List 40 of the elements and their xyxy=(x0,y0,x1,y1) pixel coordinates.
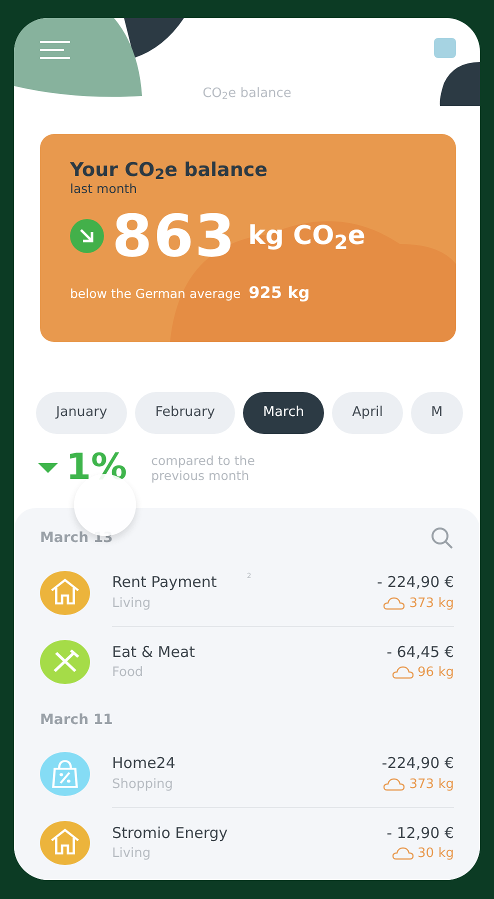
month-tab[interactable]: January xyxy=(36,392,128,434)
decor-shape xyxy=(440,62,480,106)
card-title: Your CO$_{2}$e balance xyxy=(70,160,269,180)
month-tab[interactable]: February xyxy=(135,392,236,434)
co2-amount: 30 kg xyxy=(418,845,454,863)
month-tab[interactable]: April xyxy=(332,392,404,434)
transaction-amount: - 64,45 € xyxy=(386,642,454,662)
change-percent: 1% xyxy=(66,450,128,486)
transaction-category: Living xyxy=(112,594,152,612)
transaction-category: Living xyxy=(112,845,152,863)
cloud-icon xyxy=(383,596,406,610)
square-icon[interactable] xyxy=(434,38,456,58)
month-tab[interactable]: M xyxy=(411,392,463,434)
transaction-name[interactable]: Eat & Meat xyxy=(112,640,196,663)
card-subtitle: last month xyxy=(70,180,138,198)
transaction-name[interactable]: Home24 xyxy=(112,752,176,774)
change-text: compared to the previous month xyxy=(151,452,256,482)
transaction-amount: -224,90 € xyxy=(382,753,454,774)
cloud-icon xyxy=(392,847,414,860)
average-value: 925 kg xyxy=(248,282,310,304)
menu-icon[interactable] xyxy=(40,41,70,59)
cloud-icon xyxy=(392,666,414,680)
transaction-category: Food xyxy=(112,664,144,682)
search-icon[interactable] xyxy=(430,526,454,550)
transaction-name[interactable]: Stromio Energy xyxy=(112,822,228,844)
date-heading: March 13 xyxy=(40,528,113,548)
cloud-icon xyxy=(383,778,406,791)
co2-amount: 373 kg xyxy=(409,594,454,612)
co2-amount: 96 kg xyxy=(418,664,454,682)
balance-unit: kg CO$_{2}$e xyxy=(248,220,366,256)
balance-value: 863 xyxy=(112,207,236,266)
co2-amount: 373 kg xyxy=(409,776,454,794)
transaction-amount: - 224,90 € xyxy=(377,572,454,593)
month-tab[interactable]: March xyxy=(243,392,324,434)
comparison-text: below the German average xyxy=(70,285,241,304)
screen-title: CO$_{2}$e balance xyxy=(202,86,292,101)
transaction-category: Shopping xyxy=(112,776,174,794)
transaction-amount: - 12,90 € xyxy=(386,822,454,844)
transaction-name[interactable]: Rent Payment xyxy=(112,571,217,594)
date-heading: March 11 xyxy=(40,711,113,730)
